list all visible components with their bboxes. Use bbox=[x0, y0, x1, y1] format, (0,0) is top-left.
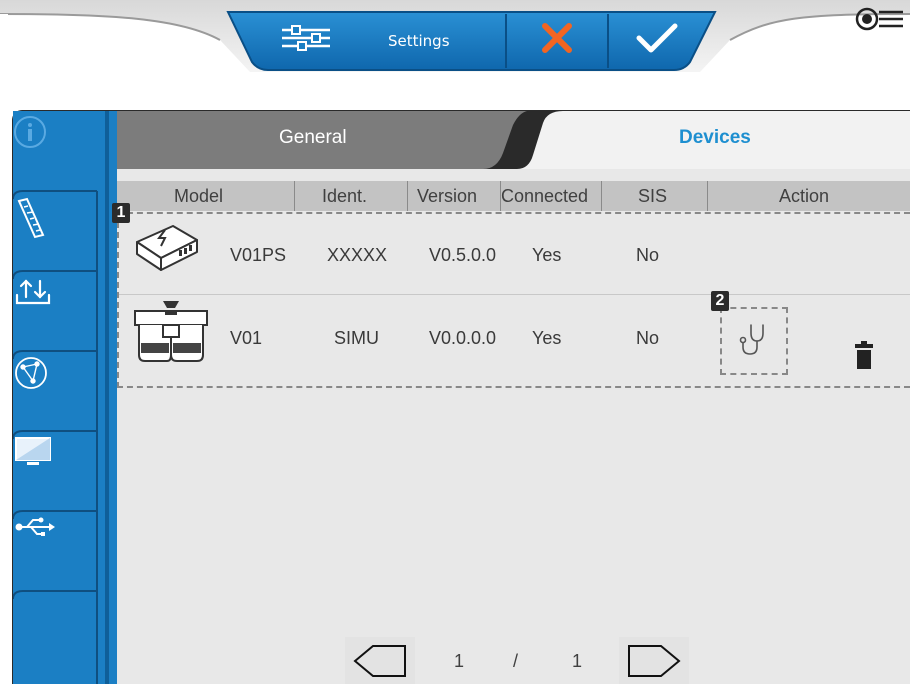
sliders-icon bbox=[282, 25, 330, 51]
cancel-button[interactable] bbox=[508, 10, 606, 66]
settings-sliders-button[interactable] bbox=[266, 10, 346, 66]
sidebar-item-info[interactable] bbox=[13, 115, 108, 189]
close-icon bbox=[542, 23, 572, 53]
sidebar-item-network[interactable] bbox=[13, 355, 108, 429]
sidebar-item-transfer[interactable] bbox=[13, 275, 108, 349]
monitor-icon bbox=[15, 437, 51, 465]
ruler-icon bbox=[17, 197, 45, 239]
column-separator bbox=[500, 181, 501, 211]
tab-general[interactable]: General bbox=[279, 127, 347, 149]
menu-icon[interactable] bbox=[855, 6, 903, 32]
device-list-highlight bbox=[117, 212, 910, 388]
column-ident: Ident. bbox=[322, 186, 368, 206]
info-icon bbox=[14, 116, 46, 148]
sidebar bbox=[13, 111, 119, 684]
column-sis: SIS bbox=[638, 186, 668, 206]
sidebar-item-measure[interactable] bbox=[13, 195, 108, 269]
column-action: Action bbox=[779, 186, 830, 206]
confirm-button[interactable] bbox=[612, 10, 702, 66]
tab-devices[interactable]: Devices bbox=[679, 127, 751, 149]
sidebar-item-usb[interactable] bbox=[13, 515, 108, 589]
page-separator: / bbox=[513, 651, 519, 671]
upload-download-icon bbox=[15, 279, 51, 305]
check-icon bbox=[636, 23, 678, 53]
top-toolbar: Settings bbox=[0, 0, 910, 82]
column-separator bbox=[707, 181, 708, 211]
column-connected: Connected bbox=[501, 186, 589, 206]
column-separator bbox=[407, 181, 408, 211]
next-page-button[interactable] bbox=[619, 637, 689, 684]
tab-bar-background bbox=[117, 111, 910, 169]
column-version: Version bbox=[417, 186, 478, 206]
column-separator bbox=[601, 181, 602, 211]
column-model: Model bbox=[174, 186, 224, 206]
callout-marker-2: 2 bbox=[711, 291, 729, 311]
arrow-left-icon bbox=[353, 644, 406, 677]
arrow-right-icon bbox=[628, 644, 681, 677]
sidebar-item-empty[interactable] bbox=[13, 595, 108, 683]
tab-bar: General Devices bbox=[117, 111, 910, 169]
table-header: Model Ident. Version Connected SIS Actio… bbox=[117, 181, 910, 211]
sidebar-item-display[interactable] bbox=[13, 435, 108, 509]
action-highlight bbox=[720, 307, 788, 375]
prev-page-button[interactable] bbox=[345, 637, 415, 684]
toolbar-title: Settings bbox=[388, 32, 450, 50]
toolbar-background bbox=[0, 0, 910, 82]
column-separator bbox=[294, 181, 295, 211]
usb-icon bbox=[15, 517, 55, 536]
total-pages: 1 bbox=[572, 651, 583, 671]
current-page: 1 bbox=[454, 651, 465, 671]
callout-marker-1: 1 bbox=[112, 203, 130, 223]
network-globe-icon bbox=[15, 357, 47, 389]
devices-content: General Devices Model Ident. Version Con… bbox=[112, 111, 910, 684]
pager: 1 / 1 bbox=[117, 631, 910, 684]
